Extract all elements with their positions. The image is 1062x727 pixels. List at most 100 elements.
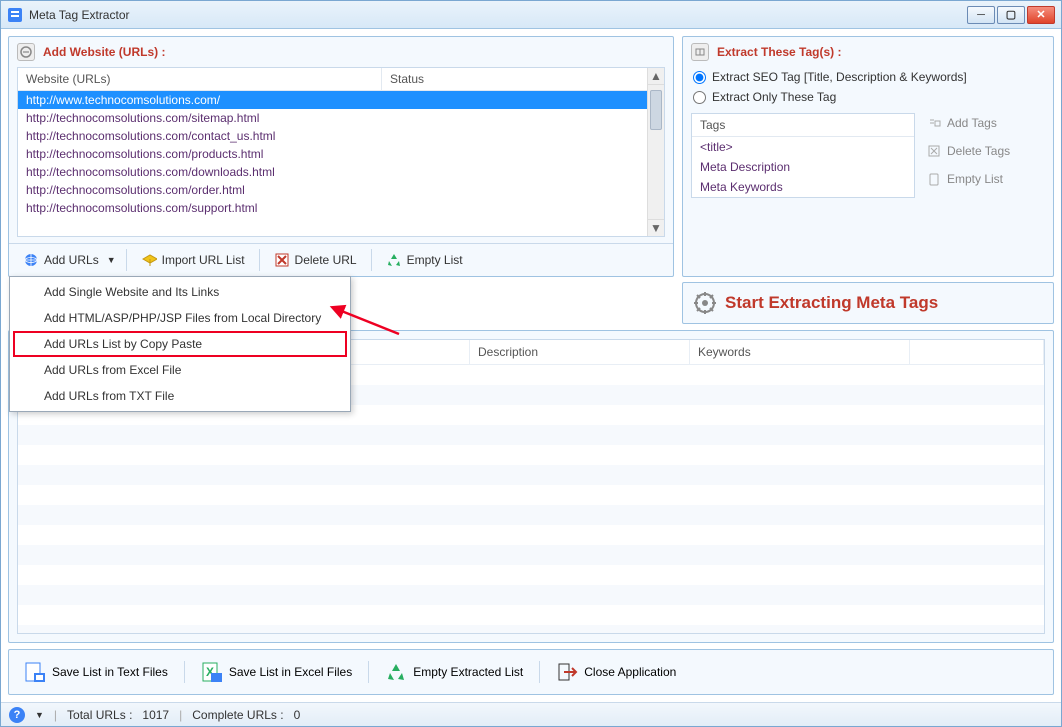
help-icon[interactable]: ?: [9, 707, 25, 723]
globe-icon: [23, 252, 39, 268]
total-urls-label: Total URLs :: [67, 708, 132, 722]
dropdown-item[interactable]: Add HTML/ASP/PHP/JSP Files from Local Di…: [13, 305, 347, 331]
tag-row[interactable]: Meta Description: [692, 157, 914, 177]
add-tags-button[interactable]: Add Tags: [925, 113, 1045, 133]
statusbar: ? ▼ | Total URLs : 1017 | Complete URLs …: [1, 702, 1061, 726]
add-tags-label: Add Tags: [947, 116, 997, 130]
complete-urls-label: Complete URLs :: [192, 708, 283, 722]
extract-tags-header: Extract These Tag(s) :: [683, 37, 1053, 67]
scroll-thumb[interactable]: [650, 90, 662, 130]
scroll-up-icon[interactable]: ▲: [648, 68, 664, 85]
extract-tags-panel: Extract These Tag(s) : Extract SEO Tag […: [682, 36, 1054, 277]
recycle-icon: [386, 252, 402, 268]
add-website-panel: Add Website (URLs) : Website (URLs) Stat…: [8, 36, 674, 277]
radio-seo-tag[interactable]: Extract SEO Tag [Title, Description & Ke…: [683, 67, 1053, 87]
tag-row[interactable]: Meta Keywords: [692, 177, 914, 197]
close-app-label: Close Application: [584, 665, 676, 679]
complete-urls-value: 0: [294, 708, 301, 722]
url-row[interactable]: http://technocomsolutions.com/contact_us…: [18, 127, 664, 145]
add-tags-icon: [927, 116, 941, 130]
url-table[interactable]: Website (URLs) Status http://www.technoc…: [17, 67, 665, 237]
save-text-button[interactable]: Save List in Text Files: [15, 656, 177, 688]
col-website[interactable]: Website (URLs): [18, 68, 382, 90]
dropdown-item[interactable]: Add URLs from Excel File: [13, 357, 347, 383]
start-extracting-button[interactable]: Start Extracting Meta Tags: [682, 282, 1054, 324]
url-row[interactable]: http://technocomsolutions.com/support.ht…: [18, 199, 664, 217]
save-excel-icon: X: [201, 661, 223, 683]
tag-table[interactable]: Tags <title>Meta DescriptionMeta Keyword…: [691, 113, 915, 198]
add-website-header: Add Website (URLs) :: [9, 37, 673, 67]
col-extra[interactable]: [910, 340, 1044, 364]
radio-seo-label: Extract SEO Tag [Title, Description & Ke…: [712, 70, 967, 84]
col-keywords[interactable]: Keywords: [690, 340, 910, 364]
total-urls-value: 1017: [142, 708, 169, 722]
delete-tags-label: Delete Tags: [947, 144, 1010, 158]
col-status[interactable]: Status: [382, 68, 664, 90]
url-row[interactable]: http://technocomsolutions.com/downloads.…: [18, 163, 664, 181]
top-row: Add Website (URLs) : Website (URLs) Stat…: [8, 36, 1054, 277]
help-caret-icon[interactable]: ▼: [35, 710, 44, 720]
add-urls-dropdown: Add Single Website and Its LinksAdd HTML…: [9, 276, 351, 412]
content-area: Add Website (URLs) : Website (URLs) Stat…: [1, 29, 1061, 702]
empty-tags-button[interactable]: Empty List: [925, 169, 1045, 189]
close-app-button[interactable]: Close Application: [547, 656, 685, 688]
tag-col-header[interactable]: Tags: [692, 114, 914, 137]
close-button[interactable]: ✕: [1027, 6, 1055, 24]
url-row[interactable]: http://technocomsolutions.com/sitemap.ht…: [18, 109, 664, 127]
app-window: Meta Tag Extractor ─ ▢ ✕ Add Website (UR…: [0, 0, 1062, 727]
delete-tags-icon: [927, 144, 941, 158]
radio-only-input[interactable]: [693, 91, 706, 104]
col-description[interactable]: Description: [470, 340, 690, 364]
extract-tags-title: Extract These Tag(s) :: [717, 45, 841, 59]
recycle-icon: [385, 661, 407, 683]
add-urls-label: Add URLs: [44, 253, 99, 267]
url-row[interactable]: http://www.technocomsolutions.com/: [18, 91, 664, 109]
tag-buttons: Add Tags Delete Tags Empty List: [925, 113, 1045, 198]
exit-icon: [556, 661, 578, 683]
dropdown-item[interactable]: Add URLs from TXT File: [13, 383, 347, 409]
delete-url-label: Delete URL: [295, 253, 357, 267]
save-text-icon: [24, 661, 46, 683]
minimize-button[interactable]: ─: [967, 6, 995, 24]
save-text-label: Save List in Text Files: [52, 665, 168, 679]
maximize-button[interactable]: ▢: [997, 6, 1025, 24]
save-excel-label: Save List in Excel Files: [229, 665, 352, 679]
add-urls-button[interactable]: Add URLs ▼: [14, 247, 121, 273]
url-toolbar: Add URLs ▼ Import URL List Delete URL: [9, 243, 673, 276]
caret-down-icon: ▼: [107, 255, 116, 265]
url-row[interactable]: http://technocomsolutions.com/order.html: [18, 181, 664, 199]
import-url-list-label: Import URL List: [162, 253, 245, 267]
empty-list-button[interactable]: Empty List: [377, 247, 472, 273]
bottom-toolbar: Save List in Text Files X Save List in E…: [8, 649, 1054, 695]
empty-tags-icon: [927, 172, 941, 186]
import-icon: [141, 252, 157, 268]
radio-only-label: Extract Only These Tag: [712, 90, 836, 104]
tag-section: Tags <title>Meta DescriptionMeta Keyword…: [683, 107, 1053, 206]
app-icon: [7, 7, 23, 23]
start-extracting-label: Start Extracting Meta Tags: [725, 293, 938, 313]
save-excel-button[interactable]: X Save List in Excel Files: [192, 656, 361, 688]
titlebar: Meta Tag Extractor ─ ▢ ✕: [1, 1, 1061, 29]
url-scrollbar[interactable]: ▲ ▼: [647, 68, 664, 236]
import-url-list-button[interactable]: Import URL List: [132, 247, 254, 273]
delete-url-button[interactable]: Delete URL: [265, 247, 366, 273]
delete-tags-button[interactable]: Delete Tags: [925, 141, 1045, 161]
radio-seo-input[interactable]: [693, 71, 706, 84]
url-row[interactable]: http://technocomsolutions.com/products.h…: [18, 145, 664, 163]
tag-icon: [691, 43, 709, 61]
dropdown-item[interactable]: Add Single Website and Its Links: [13, 279, 347, 305]
url-table-header: Website (URLs) Status: [18, 68, 664, 91]
delete-icon: [274, 252, 290, 268]
dropdown-item[interactable]: Add URLs List by Copy Paste: [13, 331, 347, 357]
empty-extracted-button[interactable]: Empty Extracted List: [376, 656, 532, 688]
window-controls: ─ ▢ ✕: [967, 6, 1055, 24]
tag-row[interactable]: <title>: [692, 137, 914, 157]
empty-list-label: Empty List: [407, 253, 463, 267]
link-icon: [17, 43, 35, 61]
empty-extracted-label: Empty Extracted List: [413, 665, 523, 679]
scroll-down-icon[interactable]: ▼: [648, 219, 664, 236]
empty-tags-label: Empty List: [947, 172, 1003, 186]
app-title: Meta Tag Extractor: [29, 8, 967, 22]
add-website-title: Add Website (URLs) :: [43, 45, 165, 59]
radio-only-these[interactable]: Extract Only These Tag: [683, 87, 1053, 107]
